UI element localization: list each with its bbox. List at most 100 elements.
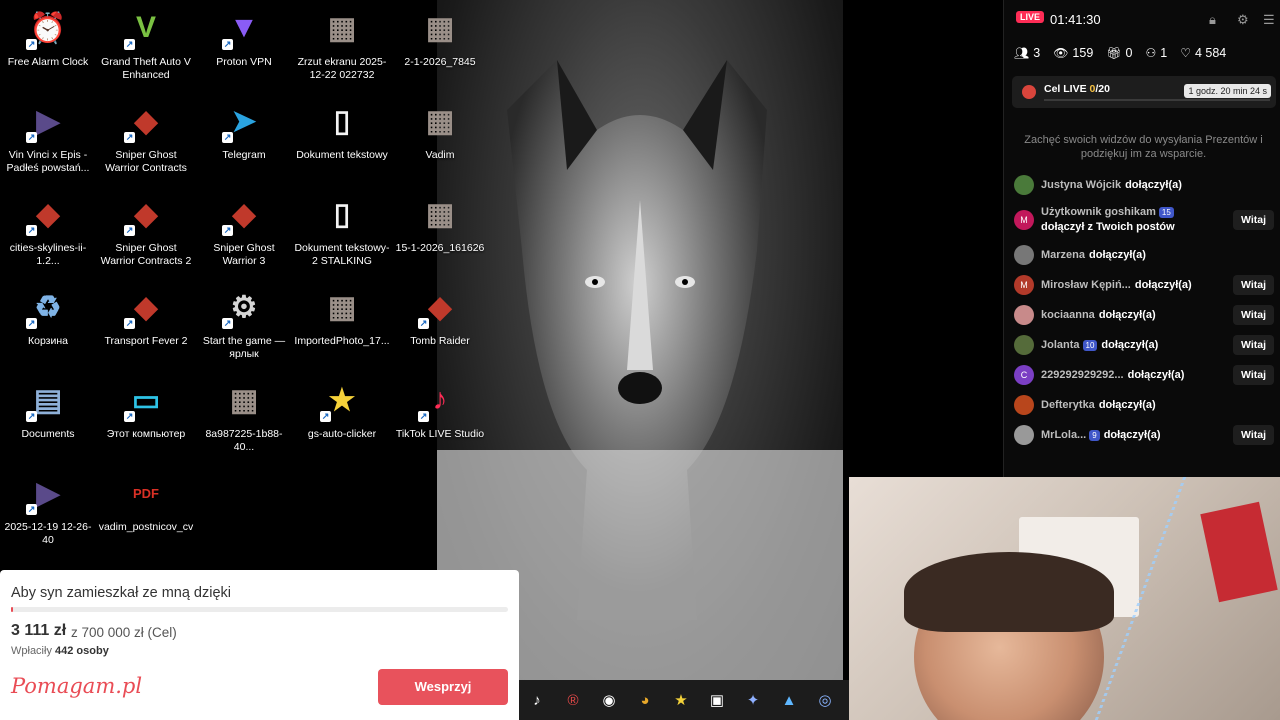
feed-item: Justyna Wójcik dołączył(a): [1014, 170, 1276, 200]
desktop-icon[interactable]: ◆ ↗ Transport Fever 2: [98, 281, 194, 374]
feed-item: Jolanta 10 dołączył(a) Witaj: [1014, 330, 1276, 360]
fundraiser-progress-fill: [11, 607, 14, 612]
avatar[interactable]: C: [1014, 365, 1034, 385]
avatar[interactable]: [1014, 245, 1034, 265]
desktop-icon-label: Sniper Ghost Warrior Contracts 2: [100, 242, 192, 267]
desktop-icon[interactable]: ▦ 2-1-2026_7845: [392, 2, 488, 95]
desktop-icon[interactable]: ◆ ↗ Tomb Raider: [392, 281, 488, 374]
shortcut-arrow-icon: ↗: [222, 318, 233, 329]
feed-username[interactable]: Mirosław Kępiń...: [1041, 279, 1131, 291]
desktop-icon[interactable]: PDF vadim_postnicov_cv: [98, 467, 194, 560]
desktop-icon[interactable]: ◆ ↗ cities-skylines-ii-1.2...: [0, 188, 96, 281]
app-r-taskbar-icon[interactable]: ®: [555, 680, 591, 720]
desktop-icon[interactable]: ♪ ↗ TikTok LIVE Studio: [392, 374, 488, 467]
likes-stat[interactable]: ♡ 4 584: [1180, 46, 1226, 60]
live-goal[interactable]: Cel LIVE 0/20 1 godz. 20 min 24 s: [1012, 76, 1276, 108]
feed-username[interactable]: Użytkownik goshikam: [1041, 206, 1156, 218]
desktop-icon[interactable]: ▦ 8a987225-1b88-40...: [196, 374, 292, 467]
feed-username[interactable]: Justyna Wójcik: [1041, 179, 1121, 191]
shortcut-arrow-icon: ↗: [124, 132, 135, 143]
desktop-icon[interactable]: ▦ Zrzut ekranu 2025-12-22 022732: [294, 2, 390, 95]
desktop-icon-label: Этот компьютер: [106, 428, 186, 440]
tiktok-taskbar-icon[interactable]: ♪: [519, 680, 555, 720]
guests-stat[interactable]: 👥︎ 3: [1014, 46, 1040, 60]
avatar[interactable]: M: [1014, 275, 1034, 295]
image-icon: ▦: [327, 290, 357, 324]
desktop-icon-label: Telegram: [222, 149, 266, 161]
box-taskbar-icon[interactable]: ▣: [699, 680, 735, 720]
feed-username[interactable]: Marzena: [1041, 249, 1085, 261]
welcome-button[interactable]: Witaj: [1233, 335, 1274, 355]
desktop-icon-label: ImportedPhoto_17...: [294, 335, 390, 347]
desktop-icon[interactable]: V ↗ Grand Theft Auto V Enhanced: [98, 2, 194, 95]
gifts-stat[interactable]: 🎁︎ 0: [1106, 46, 1132, 60]
support-button[interactable]: Wesprzyj: [378, 669, 508, 705]
desktop-icon[interactable]: ➤ ↗ Telegram: [196, 95, 292, 188]
desktop-icon[interactable]: ◆ ↗ Sniper Ghost Warrior 3: [196, 188, 292, 281]
feed-username[interactable]: Defterytka: [1041, 399, 1095, 411]
desktop-icon[interactable]: ◆ ↗ Sniper Ghost Warrior Contracts: [98, 95, 194, 188]
chrome-taskbar-icon[interactable]: ◕: [627, 680, 663, 720]
photos-taskbar-icon[interactable]: ▲: [771, 680, 807, 720]
shortcut-arrow-icon: ↗: [26, 225, 37, 236]
fundraiser-progress-bar: [11, 607, 508, 612]
desktop-icon[interactable]: ★ ↗ gs-auto-clicker: [294, 374, 390, 467]
welcome-button[interactable]: Witaj: [1233, 425, 1274, 445]
feed-item: Marzena dołączył(a): [1014, 240, 1276, 270]
level-badge: 9: [1089, 430, 1100, 441]
welcome-button[interactable]: Witaj: [1233, 275, 1274, 295]
viewers-stat[interactable]: 👁︎ 159: [1053, 46, 1093, 60]
lock-icon[interactable]: 🔒︎: [1209, 12, 1216, 28]
avatar[interactable]: [1014, 335, 1034, 355]
desktop-icon[interactable]: ▦ 15-1-2026_161626: [392, 188, 488, 281]
shortcut-arrow-icon: ↗: [26, 411, 37, 422]
desktop-icon-label: gs-auto-clicker: [307, 428, 377, 440]
menu-icon[interactable]: ☰: [1263, 12, 1275, 28]
folder-icon: ▤ ↗: [26, 383, 63, 422]
desktop-icon[interactable]: ▯ Dokument tekstowy-2 STALKING: [294, 188, 390, 281]
guests-count: 3: [1033, 46, 1041, 60]
gta-icon: V ↗: [124, 11, 156, 50]
desktop-icon-label: 8a987225-1b88-40...: [205, 428, 283, 453]
feed-username[interactable]: MrLola...: [1041, 429, 1086, 441]
alarm-clock-icon: ⏰ ↗: [26, 11, 67, 50]
settings-icon[interactable]: ⚙: [1237, 12, 1249, 28]
desktop-icon[interactable]: ▤ ↗ Documents: [0, 374, 96, 467]
desktop-icon[interactable]: ▦ Vadim: [392, 95, 488, 188]
star-taskbar-icon[interactable]: ★: [663, 680, 699, 720]
feed-item: C 229292929292... dołączył(a) Witaj: [1014, 360, 1276, 390]
desktop-icon[interactable]: ▶ ↗ 2025-12-19 12-26-40: [0, 467, 96, 560]
goal-time: 1 godz. 20 min 24 s: [1184, 84, 1271, 98]
desktop-icon[interactable]: ▭ ↗ Этот компьютер: [98, 374, 194, 467]
welcome-button[interactable]: Witaj: [1233, 305, 1274, 325]
feed-username[interactable]: Jolanta: [1041, 339, 1080, 351]
desktop-icon[interactable]: ◆ ↗ Sniper Ghost Warrior Contracts 2: [98, 188, 194, 281]
desktop-icon[interactable]: ▯ Dokument tekstowy: [294, 95, 390, 188]
avatar[interactable]: [1014, 305, 1034, 325]
avatar[interactable]: [1014, 425, 1034, 445]
app-n-taskbar-icon[interactable]: ◉: [591, 680, 627, 720]
avatar[interactable]: M: [1014, 210, 1034, 230]
desktop-icon[interactable]: ▦ ImportedPhoto_17...: [294, 281, 390, 374]
feed-action: dołączył(a): [1134, 279, 1192, 291]
shortcut-arrow-icon: ↗: [26, 318, 37, 329]
steam-taskbar-icon[interactable]: ◎: [807, 680, 843, 720]
desktop-icon[interactable]: ▼ ↗ Proton VPN: [196, 2, 292, 95]
desktop-icon[interactable]: ⏰ ↗ Free Alarm Clock: [0, 2, 96, 95]
welcome-button[interactable]: Witaj: [1233, 365, 1274, 385]
welcome-button[interactable]: Witaj: [1233, 210, 1274, 230]
media-taskbar-icon[interactable]: ✦: [735, 680, 771, 720]
desktop-icon[interactable]: ♻ ↗ Корзина: [0, 281, 96, 374]
feed-username[interactable]: kociaanna: [1041, 309, 1095, 321]
feed-username[interactable]: 229292929292...: [1041, 369, 1124, 381]
desktop-icon-grid: ⏰ ↗ Free Alarm Clock V ↗ Grand Theft Auto V E…: [0, 0, 490, 570]
feed-text: Mirosław Kępiń... dołączył(a): [1041, 279, 1192, 291]
rose-icon: [1022, 85, 1036, 99]
follows-stat[interactable]: ⚇ 1: [1145, 46, 1167, 60]
avatar[interactable]: [1014, 395, 1034, 415]
desktop-icon[interactable]: ⚙ ↗ Start the game — ярлык: [196, 281, 292, 374]
avatar[interactable]: [1014, 175, 1034, 195]
desktop-icon-label: Grand Theft Auto V Enhanced: [101, 56, 191, 81]
shortcut-arrow-icon: ↗: [222, 132, 233, 143]
desktop-icon[interactable]: ▶ ↗ Vin Vinci x Epis - Padłeś powstań...: [0, 95, 96, 188]
